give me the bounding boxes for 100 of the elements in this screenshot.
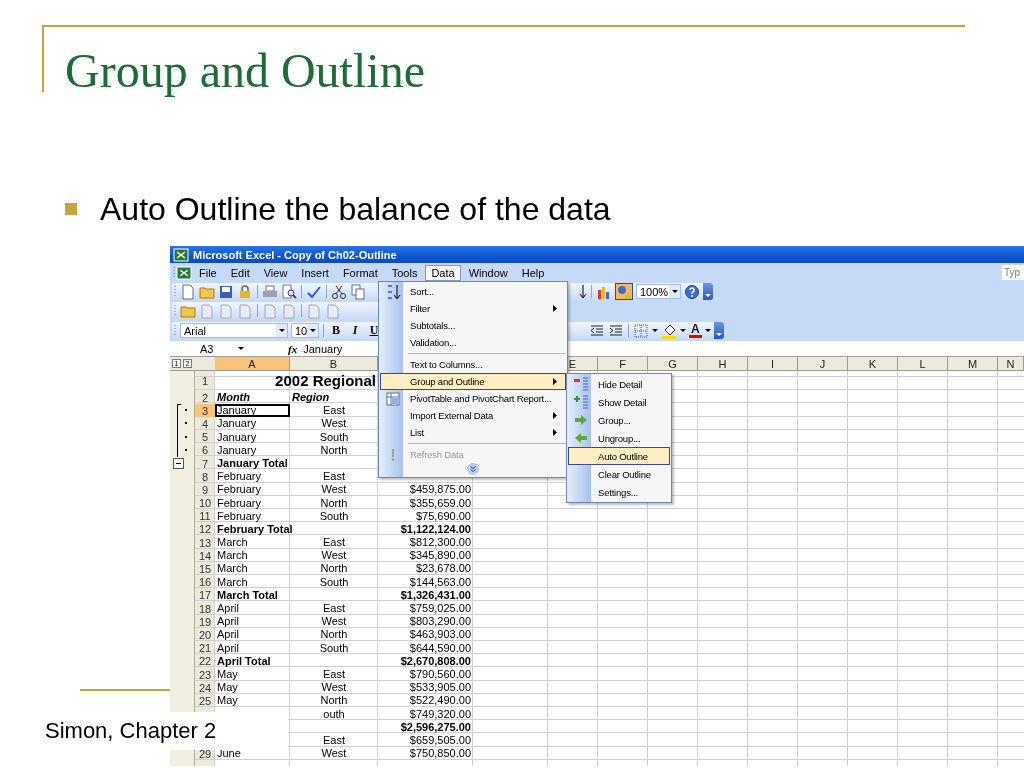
- toolbar-options-button[interactable]: [703, 283, 713, 300]
- column-header[interactable]: H: [698, 357, 748, 370]
- menu-item[interactable]: View: [257, 264, 294, 281]
- row-number[interactable]: 9: [195, 483, 215, 497]
- font-size-field[interactable]: 10: [291, 323, 319, 338]
- menu-item[interactable]: Help: [515, 264, 551, 281]
- column-header[interactable]: K: [848, 357, 898, 370]
- down-arrow-icon[interactable]: [579, 283, 587, 300]
- menu-item[interactable]: Sort...: [380, 283, 566, 300]
- formula-field[interactable]: January: [303, 342, 343, 355]
- padlock-icon[interactable]: [237, 283, 253, 300]
- format-button[interactable]: U: [366, 323, 382, 338]
- row-number[interactable]: 17: [195, 588, 215, 602]
- caret-icon[interactable]: [671, 290, 678, 293]
- new-page-icon[interactable]: [180, 283, 196, 300]
- column-header[interactable]: N: [998, 357, 1024, 370]
- menu-item[interactable]: Data: [425, 264, 461, 281]
- expand-chevron-icon[interactable]: [467, 463, 479, 475]
- menu-item[interactable]: Edit: [224, 264, 256, 281]
- column-header[interactable]: L: [898, 357, 948, 370]
- menu-item[interactable]: PivotTable and PivotChart Report...: [380, 390, 566, 407]
- row-number[interactable]: 10: [195, 496, 215, 510]
- font-color-button[interactable]: A: [689, 323, 702, 338]
- row-number[interactable]: 2: [195, 391, 215, 405]
- row-number[interactable]: 21: [195, 641, 215, 655]
- column-header[interactable]: M: [948, 357, 998, 370]
- font-field[interactable]: Arial: [180, 323, 288, 338]
- caret-icon[interactable]: [704, 329, 711, 332]
- table-cell-text: East: [322, 733, 346, 748]
- menu-item[interactable]: Clear Outline: [568, 465, 670, 483]
- row-number[interactable]: 7: [195, 456, 215, 471]
- drawing-button[interactable]: [615, 283, 633, 300]
- caret-icon[interactable]: [278, 329, 285, 332]
- column-header[interactable]: F: [598, 357, 648, 370]
- name-box[interactable]: A3: [170, 341, 252, 356]
- caret-icon[interactable]: [238, 347, 244, 350]
- decrease-indent-icon[interactable]: [589, 322, 605, 339]
- menu-item[interactable]: List: [380, 424, 566, 441]
- row-number[interactable]: 29: [195, 747, 215, 761]
- left-arrow-icon: [573, 430, 589, 446]
- help-icon[interactable]: [684, 283, 700, 300]
- row-number[interactable]: 15: [195, 562, 215, 576]
- menu-item[interactable]: Validation...: [380, 334, 566, 351]
- caret-icon[interactable]: [309, 329, 316, 332]
- zoom-field[interactable]: 100%: [636, 284, 681, 299]
- row-number[interactable]: 24: [195, 681, 215, 695]
- column-header[interactable]: G: [648, 357, 698, 370]
- column-header[interactable]: A: [215, 357, 290, 370]
- row-number[interactable]: 16: [195, 575, 215, 589]
- collapse-button[interactable]: [173, 458, 184, 470]
- format-button[interactable]: I: [347, 323, 363, 338]
- menu-item[interactable]: Ungroup...: [568, 429, 670, 447]
- table-cell-text: West: [320, 417, 348, 431]
- format-button[interactable]: B: [328, 323, 344, 338]
- table-cell-text: April: [216, 641, 240, 655]
- help-field[interactable]: Typ: [1002, 265, 1024, 280]
- table-cell-text: April: [216, 628, 240, 642]
- menu-item[interactable]: Tools: [385, 264, 424, 281]
- row-number[interactable]: 3: [195, 404, 215, 418]
- menu-item[interactable]: Import External Data: [380, 407, 566, 424]
- row-number[interactable]: 12: [195, 522, 215, 537]
- caret-icon[interactable]: [680, 329, 686, 332]
- caret-icon[interactable]: [652, 329, 658, 332]
- row-number[interactable]: 5: [195, 430, 215, 444]
- row-number[interactable]: 18: [195, 602, 215, 616]
- menu-item[interactable]: Subtotals...: [380, 317, 566, 334]
- menu-item[interactable]: Hide Detail: [568, 375, 670, 393]
- row-number[interactable]: 20: [195, 628, 215, 642]
- row-number[interactable]: 14: [195, 549, 215, 563]
- row-number[interactable]: 13: [195, 536, 215, 550]
- bullet-icon: [65, 203, 77, 215]
- paint-bucket-icon[interactable]: [661, 322, 677, 339]
- row-number[interactable]: 25: [195, 694, 215, 708]
- menu-item[interactable]: File: [193, 264, 223, 281]
- menu-item[interactable]: Group and Outline: [380, 373, 566, 390]
- menu-item[interactable]: Filter: [380, 300, 566, 317]
- row-number[interactable]: 19: [195, 615, 215, 629]
- toolbar-options-button[interactable]: [713, 322, 724, 339]
- increase-indent-icon[interactable]: [608, 322, 624, 339]
- scissors-icon[interactable]: [331, 283, 347, 300]
- row-number[interactable]: 1: [195, 371, 215, 391]
- table-cell-text: North: [319, 628, 349, 642]
- row-number[interactable]: 23: [195, 667, 215, 682]
- row-number[interactable]: 22: [195, 654, 215, 668]
- row-number[interactable]: 6: [195, 443, 215, 457]
- exclamation-icon: [391, 448, 395, 461]
- menu-item[interactable]: Window: [462, 264, 514, 281]
- menu-item[interactable]: Auto Outline: [568, 447, 670, 465]
- menu-item[interactable]: Format: [336, 264, 384, 281]
- menu-item[interactable]: Settings...: [568, 483, 670, 501]
- column-header[interactable]: I: [748, 357, 798, 370]
- menu-item[interactable]: Group...: [568, 411, 670, 429]
- magnifier-icon[interactable]: [281, 283, 297, 300]
- row-number[interactable]: 4: [195, 417, 215, 431]
- table-cell-text: outh: [322, 707, 346, 721]
- menu-item[interactable]: Insert: [295, 264, 335, 281]
- row-number[interactable]: 8: [195, 470, 215, 484]
- menu-item[interactable]: Show Detail: [568, 393, 670, 411]
- column-header[interactable]: J: [798, 357, 848, 370]
- row-number[interactable]: 11: [195, 509, 215, 523]
